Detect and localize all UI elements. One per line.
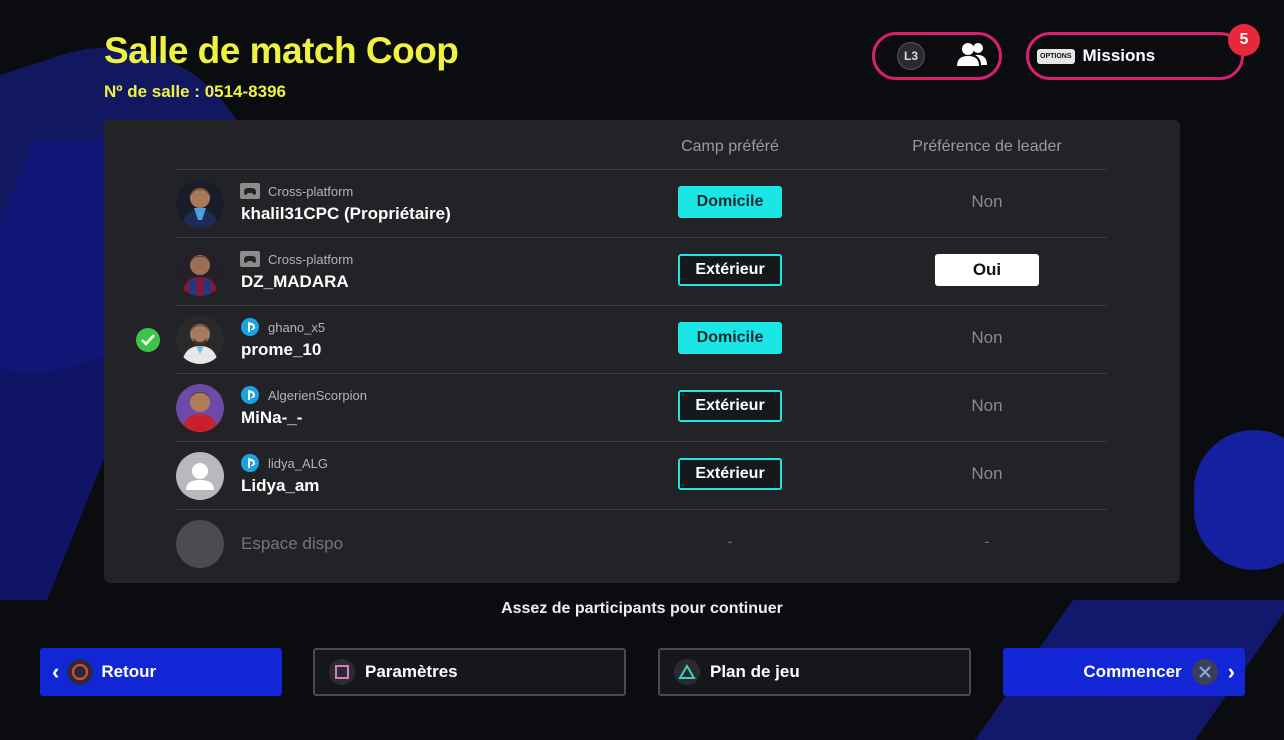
column-header-camp: Camp préféré [681,138,779,155]
playstation-icon [240,318,260,336]
player-name: khalil31CPC (Propriétaire) [241,204,451,223]
start-label: Commencer [1083,662,1182,681]
start-button[interactable]: Commencer › [1003,648,1245,696]
player-row[interactable]: Cross-platform khalil31CPC (Propriétaire… [104,170,1180,238]
playstation-icon [240,454,260,472]
friends-button[interactable]: L3 [872,32,1002,80]
triangle-button-icon [674,659,700,685]
empty-slot-label: Espace dispo [241,534,344,553]
l3-button-icon: L3 [897,42,925,70]
ready-check-icon [136,328,160,352]
friends-icon [955,41,989,72]
avatar [176,384,224,432]
playstation-icon [240,386,260,404]
game-plan-label: Plan de jeu [710,662,800,681]
platform-label: AlgerienScorpion [268,387,368,403]
settings-label: Paramètres [365,662,458,681]
square-button-icon [329,659,355,685]
gamepad-icon [240,182,260,200]
avatar [176,316,224,364]
player-row[interactable]: ghano_x5 prome_10 Domicile Non [104,306,1180,374]
camp-badge: Domicile [678,186,782,218]
leader-preference: Non [971,192,1003,211]
avatar [176,248,224,296]
player-row[interactable]: lidya_ALG Lidya_am Extérieur Non [104,442,1180,510]
platform-info: lidya_ALG [240,454,328,472]
back-button[interactable]: ‹ Retour [40,648,282,696]
cross-button-icon [1191,659,1218,685]
leader-preference: Non [971,328,1003,347]
camp-badge: Extérieur [678,254,782,286]
avatar [176,180,224,228]
status-message: Assez de participants pour continuer [501,600,783,617]
background-shape [1194,430,1284,570]
leader-preference: Oui [935,254,1039,286]
missions-label: Missions [1082,46,1156,65]
platform-label: ghano_x5 [268,319,326,335]
leader-preference: Non [971,396,1003,415]
column-header-leader: Préférence de leader [912,138,1062,155]
empty-leader: - [984,532,990,551]
missions-count-badge: 5 [1228,24,1260,56]
circle-button-icon [67,659,94,685]
gamepad-icon [240,250,260,268]
chevron-right-icon: › [1227,659,1235,684]
game-plan-button[interactable]: Plan de jeu [658,648,971,696]
options-key-icon: OPTIONS [1037,48,1075,64]
platform-label: lidya_ALG [268,455,328,471]
page-title: Salle de match Coop [104,30,459,71]
empty-avatar [176,520,224,568]
platform-info: ghano_x5 [240,318,325,336]
player-name: Lidya_am [241,476,320,495]
player-row[interactable]: AlgerienScorpion MiNa-_- Extérieur Non [104,374,1180,442]
avatar [176,452,224,500]
player-name: DZ_MADARA [241,272,349,291]
camp-badge: Extérieur [678,458,782,490]
camp-badge: Extérieur [678,390,782,422]
missions-button[interactable]: OPTIONS Missions [1026,32,1244,80]
chevron-left-icon: ‹ [52,659,60,684]
camp-badge: Domicile [678,322,782,354]
player-name: MiNa-_- [241,408,303,427]
platform-label: Cross-platform [268,251,354,267]
back-label: Retour [101,662,157,681]
empty-slot-row[interactable]: Espace dispo - - [104,510,1180,578]
platform-label: Cross-platform [268,183,354,199]
room-number: Nº de salle : 0514-8396 [104,82,286,101]
player-row[interactable]: Cross-platform DZ_MADARA Extérieur Oui [104,238,1180,306]
platform-info: Cross-platform [240,250,353,268]
empty-camp: - [727,532,733,551]
platform-info: AlgerienScorpion [240,386,367,404]
platform-info: Cross-platform [240,182,353,200]
settings-button[interactable]: Paramètres [313,648,626,696]
leader-preference: Non [971,464,1003,483]
player-name: prome_10 [241,340,322,359]
